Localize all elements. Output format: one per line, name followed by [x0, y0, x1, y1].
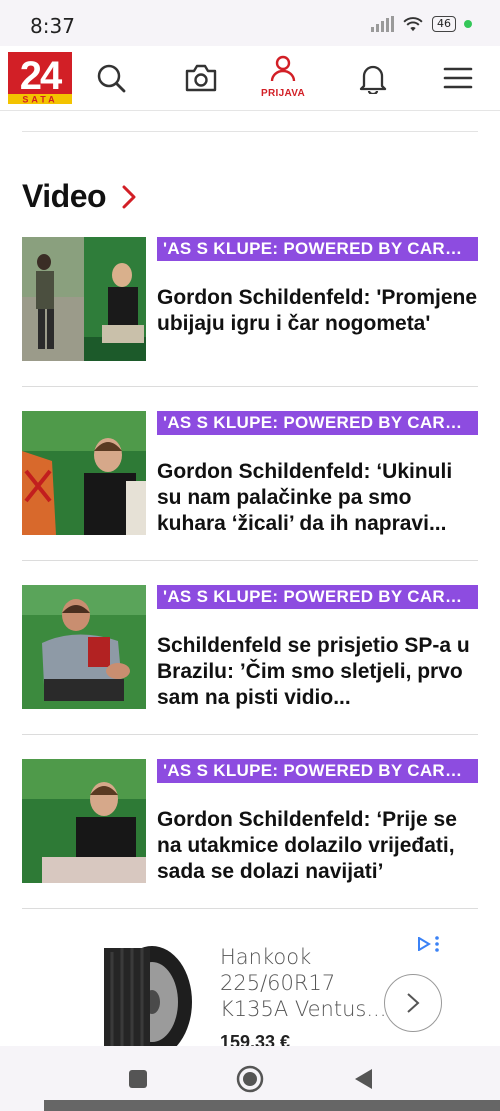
signal-icon	[371, 16, 394, 32]
scroll-indicator	[44, 1100, 500, 1111]
status-icons: 46	[371, 16, 472, 32]
search-icon[interactable]	[93, 60, 129, 96]
article-headline[interactable]: Schildenfeld se prisjetio SP-a u Brazilu…	[157, 633, 478, 711]
article-card[interactable]: 'AS S KLUPE: POWERED BY CARLSBERG' Gordo…	[22, 411, 478, 536]
login-button[interactable]: PRIJAVA	[258, 54, 308, 99]
article-thumbnail[interactable]	[22, 237, 146, 361]
privacy-dot-icon	[464, 20, 472, 28]
back-icon[interactable]	[348, 1064, 378, 1094]
article-headline[interactable]: Gordon Schildenfeld: 'Promjene ubijaju i…	[157, 285, 478, 337]
divider	[22, 560, 478, 561]
user-icon	[270, 55, 296, 82]
recents-icon[interactable]	[123, 1064, 153, 1094]
app-header: 24 SATA PRIJAVA	[0, 46, 500, 111]
status-time: 8:37	[30, 14, 75, 38]
article-card[interactable]: 'AS S KLUPE: POWERED BY CARLSBERG' Gordo…	[22, 759, 478, 884]
section-title-video[interactable]: Video	[22, 178, 136, 215]
ad-product-title[interactable]: Hankook 225/60R17 K135A Ventus...	[220, 944, 390, 1022]
article-thumbnail[interactable]	[22, 759, 146, 883]
article-headline[interactable]: Gordon Schildenfeld: ‘Prije se na utakmi…	[157, 807, 478, 885]
camera-icon[interactable]	[183, 60, 219, 96]
section-title-text: Video	[22, 178, 107, 214]
chevron-right-icon	[407, 993, 420, 1013]
home-icon[interactable]	[235, 1064, 265, 1094]
chevron-right-icon	[122, 185, 136, 208]
ad-arrow-button[interactable]	[384, 974, 442, 1032]
login-label: PRIJAVA	[261, 88, 305, 99]
status-bar: 8:37 46	[0, 0, 500, 52]
article-card[interactable]: 'AS S KLUPE: POWERED BY CARLSBERG' Gordo…	[22, 237, 478, 362]
wifi-icon	[403, 17, 423, 32]
article-thumbnail[interactable]	[22, 585, 146, 709]
article-kicker[interactable]: 'AS S KLUPE: POWERED BY CARLSBERG'	[157, 411, 478, 435]
adchoices-icon[interactable]	[417, 936, 439, 952]
tire-image	[104, 946, 192, 1046]
logo-24sata[interactable]: 24 SATA	[8, 52, 72, 104]
article-card[interactable]: 'AS S KLUPE: POWERED BY CARLSBERG' Schil…	[22, 585, 478, 710]
ad-banner[interactable]: Hankook 225/60R17 K135A Ventus... 159,33…	[52, 928, 462, 1046]
article-headline[interactable]: Gordon Schildenfeld: ‘Ukinuli su nam pal…	[157, 459, 478, 537]
svg-text:24: 24	[20, 54, 63, 98]
divider	[22, 131, 478, 132]
svg-text:SATA: SATA	[22, 95, 57, 105]
article-thumbnail[interactable]	[22, 411, 146, 535]
battery-icon: 46	[432, 16, 456, 32]
divider	[22, 386, 478, 387]
article-kicker[interactable]: 'AS S KLUPE: POWERED BY CARLSBERG'	[157, 585, 478, 609]
bell-icon[interactable]	[355, 60, 391, 96]
article-kicker[interactable]: 'AS S KLUPE: POWERED BY CARLSBERG'	[157, 237, 478, 261]
article-kicker[interactable]: 'AS S KLUPE: POWERED BY CARLSBERG'	[157, 759, 478, 783]
menu-icon[interactable]	[440, 60, 476, 96]
divider	[22, 734, 478, 735]
divider	[22, 908, 478, 909]
more-options-icon[interactable]	[435, 936, 439, 952]
ad-price: 159,33 €	[220, 1032, 291, 1046]
